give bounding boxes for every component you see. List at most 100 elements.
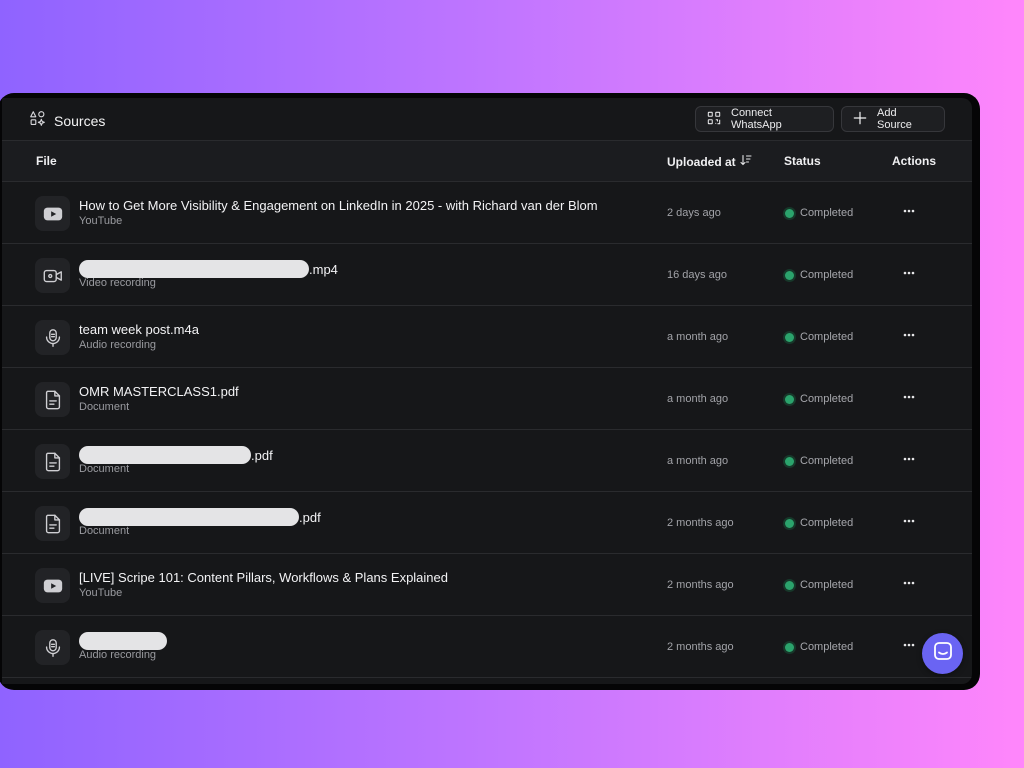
more-horizontal-icon[interactable] <box>902 266 916 280</box>
file-name[interactable]: team week post.m4a <box>79 322 199 337</box>
add-source-label: Add Source <box>877 107 912 131</box>
table-row[interactable]: OMR MASTERCLASS1.pdf Document a month ago C… <box>2 368 972 430</box>
youtube-icon <box>35 196 70 231</box>
uploaded-at: a month ago <box>667 331 729 343</box>
panel-header: Sources Connect WhatsApp Add Source <box>2 98 972 141</box>
status-badge: Completed <box>785 517 853 529</box>
status-text: Completed <box>800 207 854 219</box>
table-header: File Uploaded at Status Actions <box>2 141 972 182</box>
redacted-file-name <box>79 446 251 464</box>
video-camera-icon <box>35 258 70 293</box>
youtube-icon <box>35 568 70 603</box>
status-text: Completed <box>800 641 854 653</box>
uploaded-at: 2 months ago <box>667 579 734 591</box>
file-name-text: [LIVE] Scripe 101: Content Pillars, Work… <box>79 570 448 585</box>
document-icon <box>35 506 70 541</box>
status-badge: Completed <box>785 641 853 653</box>
document-icon <box>35 444 70 479</box>
document-icon <box>35 382 70 417</box>
status-dot-icon <box>785 642 794 652</box>
file-type: Audio recording <box>79 649 157 661</box>
status-text: Completed <box>800 269 854 281</box>
uploaded-at: 2 days ago <box>667 207 721 219</box>
chat-bubble-icon <box>932 640 954 667</box>
more-horizontal-icon[interactable] <box>902 638 916 652</box>
uploaded-at: 16 days ago <box>667 269 727 281</box>
table-row[interactable]: team week post.m4a Audio recording a month… <box>2 306 972 368</box>
table-row[interactable]: How to Get More Visibility & Engagement … <box>2 182 972 244</box>
chat-widget-button[interactable] <box>922 633 963 674</box>
file-type: YouTube <box>79 587 123 599</box>
status-text: Completed <box>800 579 854 591</box>
more-horizontal-icon[interactable] <box>902 204 916 218</box>
status-dot-icon <box>785 456 794 466</box>
redacted-file-name <box>79 632 167 650</box>
file-extension: .mp4 <box>309 261 338 277</box>
file-type: YouTube <box>79 215 123 227</box>
file-type: Document <box>79 463 130 475</box>
file-extension: .pdf <box>251 447 273 463</box>
status-dot-icon <box>785 270 794 280</box>
status-badge: Completed <box>785 331 853 343</box>
qr-code-icon <box>707 111 721 128</box>
more-horizontal-icon[interactable] <box>902 328 916 342</box>
file-type: Video recording <box>79 277 156 289</box>
status-dot-icon <box>785 332 794 342</box>
file-name-text: team week post.m4a <box>79 322 199 337</box>
status-text: Completed <box>800 393 854 405</box>
status-text: Completed <box>800 331 854 343</box>
status-badge: Completed <box>785 393 853 405</box>
file-name[interactable]: .pdf <box>79 446 273 464</box>
microphone-icon <box>35 320 70 355</box>
connect-whatsapp-label: Connect WhatsApp <box>731 107 782 131</box>
redacted-file-name <box>79 260 309 278</box>
file-name[interactable]: .mp4 <box>79 260 338 278</box>
sources-icon <box>29 110 46 132</box>
add-source-button[interactable]: Add Source <box>841 106 945 132</box>
column-actions: Actions <box>892 154 937 168</box>
file-type: Document <box>79 525 130 537</box>
file-name[interactable]: .pdf <box>79 508 321 526</box>
column-status: Status <box>784 154 821 168</box>
sources-table-body: How to Get More Visibility & Engagement … <box>2 182 972 678</box>
more-horizontal-icon[interactable] <box>902 390 916 404</box>
file-name-text: How to Get More Visibility & Engagement … <box>79 198 598 213</box>
table-row[interactable]: .mp4 Video recording 16 days ago Completed <box>2 244 972 306</box>
sort-descending-icon[interactable] <box>740 154 752 169</box>
microphone-icon <box>35 630 70 665</box>
file-name[interactable]: [LIVE] Scripe 101: Content Pillars, Work… <box>79 570 448 585</box>
uploaded-at: a month ago <box>667 393 729 405</box>
table-row[interactable]: Audio recording 2 months ago Completed <box>2 616 972 678</box>
uploaded-at: 2 months ago <box>667 641 734 653</box>
uploaded-at: a month ago <box>667 455 729 467</box>
status-badge: Completed <box>785 579 853 591</box>
redacted-file-name <box>79 508 299 526</box>
file-type: Document <box>79 401 130 413</box>
file-type: Audio recording <box>79 339 157 351</box>
page-title: Sources <box>54 113 106 129</box>
table-row[interactable]: .pdf Document a month ago Completed <box>2 430 972 492</box>
status-dot-icon <box>785 394 794 404</box>
table-row[interactable]: [LIVE] Scripe 101: Content Pillars, Work… <box>2 554 972 616</box>
uploaded-at: 2 months ago <box>667 517 734 529</box>
status-badge: Completed <box>785 269 853 281</box>
file-extension: .pdf <box>299 509 321 525</box>
more-horizontal-icon[interactable] <box>902 452 916 466</box>
table-row[interactable]: .pdf Document 2 months ago Completed <box>2 492 972 554</box>
status-badge: Completed <box>785 207 853 219</box>
connect-whatsapp-button[interactable]: Connect WhatsApp <box>695 106 834 132</box>
file-name[interactable]: How to Get More Visibility & Engagement … <box>79 198 598 213</box>
column-uploaded-at[interactable]: Uploaded at <box>667 154 752 169</box>
plus-icon <box>853 111 867 128</box>
status-badge: Completed <box>785 455 853 467</box>
panel-title-group: Sources <box>29 110 105 132</box>
file-name[interactable]: OMR MASTERCLASS1.pdf <box>79 384 239 399</box>
file-name[interactable] <box>79 632 167 650</box>
status-dot-icon <box>785 518 794 528</box>
more-horizontal-icon[interactable] <box>902 514 916 528</box>
column-uploaded-at-label: Uploaded at <box>667 154 736 169</box>
status-dot-icon <box>785 208 794 218</box>
file-name-text: OMR MASTERCLASS1.pdf <box>79 384 239 399</box>
status-text: Completed <box>800 455 854 467</box>
more-horizontal-icon[interactable] <box>902 576 916 590</box>
